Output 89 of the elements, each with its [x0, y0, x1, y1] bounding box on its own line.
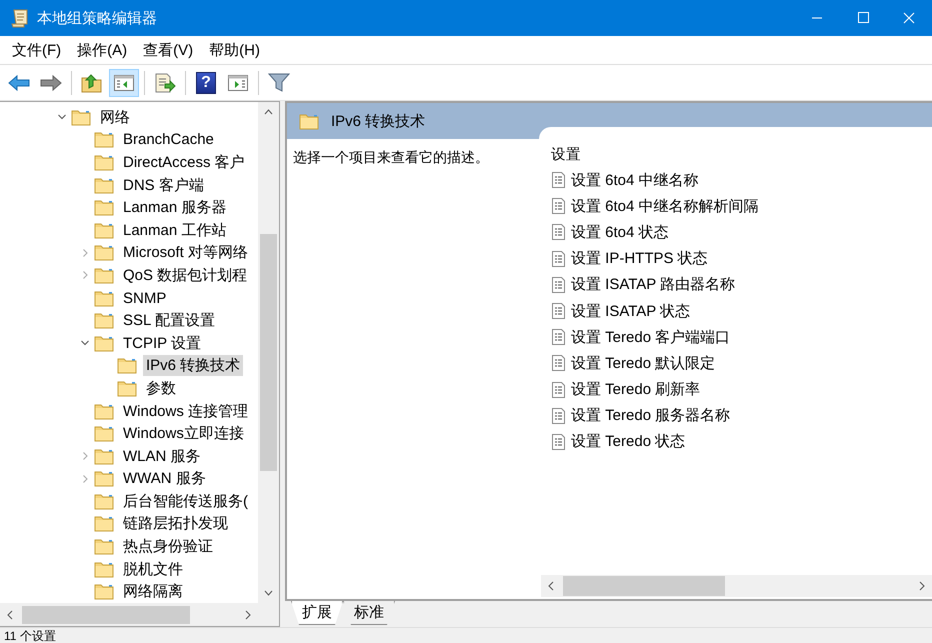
folder-icon	[94, 515, 114, 532]
tree-item[interactable]: SSL 配置设置	[120, 310, 218, 332]
folder-icon	[94, 425, 114, 442]
tab[interactable]: 扩展	[291, 601, 343, 625]
back-arrow-icon	[8, 74, 30, 92]
pane-button[interactable]	[109, 68, 139, 96]
scrollbar-thumb[interactable]	[260, 234, 277, 471]
window-title: 本地组策略编辑器	[37, 8, 158, 28]
setting-item[interactable]: 设置 Teredo 默认限定	[571, 354, 716, 373]
folder-icon	[94, 199, 114, 216]
tree-item[interactable]: 参数	[143, 378, 179, 399]
menu-item[interactable]: 文件(F)	[4, 40, 70, 60]
folder-icon	[94, 176, 114, 194]
policy-icon	[551, 171, 566, 190]
policy-icon	[551, 328, 566, 346]
setting-item[interactable]: 设置 Teredo 客户端端口	[571, 328, 730, 347]
tree-item[interactable]: DirectAccess 客户	[120, 152, 248, 173]
folder-icon	[71, 108, 91, 126]
policy-icon	[551, 302, 566, 320]
policy-icon	[551, 276, 566, 294]
setting-item[interactable]: 设置 Teredo 状态	[571, 432, 686, 452]
tree-item[interactable]: Microsoft 对等网络	[120, 242, 252, 264]
policy-icon	[551, 354, 566, 372]
policy-icon	[551, 250, 566, 268]
tree-item[interactable]: 后台智能传送服务(	[120, 490, 251, 512]
tree-item[interactable]: 脱机文件	[120, 558, 186, 580]
scrollbar-thumb[interactable]	[563, 576, 725, 596]
tree-item[interactable]: WLAN 服务	[120, 446, 204, 467]
tree-item[interactable]: DNS 客户端	[120, 174, 207, 196]
folder-icon	[117, 380, 137, 397]
menu-item[interactable]: 查看(V)	[135, 40, 202, 60]
tree-item[interactable]: 链路层拓扑发现	[120, 513, 231, 534]
folder-icon	[94, 560, 114, 578]
folder-icon	[94, 334, 114, 352]
folder-icon	[94, 470, 114, 488]
setting-item[interactable]: 设置 Teredo 刷新率	[571, 380, 700, 400]
tab[interactable]: 标准	[343, 601, 395, 625]
folder-icon	[94, 583, 114, 600]
tree-item[interactable]: TCPIP 设置	[120, 332, 204, 354]
folder-icon	[94, 290, 114, 307]
tree-item[interactable]: QoS 数据包计划程	[120, 264, 250, 286]
folder-icon	[94, 154, 114, 171]
folder-icon	[94, 312, 114, 330]
status-text: 11 个设置	[4, 628, 56, 642]
forward-arrow-icon	[40, 74, 62, 92]
policy-icon	[551, 197, 566, 216]
description-text: 选择一个项目来查看它的描述。	[293, 149, 489, 165]
setting-item[interactable]: 设置 Teredo 服务器名称	[571, 406, 730, 426]
scrollbar-thumb[interactable]	[22, 606, 190, 624]
setting-item[interactable]: 设置 ISATAP 状态	[571, 302, 690, 321]
tree-item[interactable]: Windows 连接管理	[120, 400, 252, 422]
setting-item[interactable]: 设置 6to4 中继名称	[571, 170, 699, 190]
setting-item[interactable]: 设置 6to4 状态	[571, 222, 669, 242]
setting-item[interactable]: 设置 ISATAP 路由器名称	[571, 275, 736, 294]
folder-icon	[94, 266, 114, 284]
filter-icon	[268, 72, 290, 92]
folder-icon	[94, 538, 114, 556]
tree-item[interactable]: BranchCache	[120, 130, 217, 150]
folder-icon	[94, 448, 114, 465]
tree-item[interactable]: Lanman 服务器	[120, 197, 230, 218]
pane-icon	[113, 74, 135, 92]
setting-item[interactable]: 设置 IP-HTTPS 状态	[571, 249, 708, 268]
tree-item[interactable]: IPv6 转换技术	[143, 355, 244, 376]
folder-up-icon	[81, 72, 103, 92]
pane-title: IPv6 转换技术	[331, 112, 426, 130]
export-list-icon	[154, 72, 176, 92]
tree-item[interactable]: Windows立即连接	[120, 423, 247, 444]
policy-icon	[551, 223, 566, 242]
folder-icon	[94, 131, 114, 148]
menu-item[interactable]: 操作(A)	[69, 40, 136, 60]
tree-item[interactable]: SNMP	[120, 288, 170, 308]
folder-icon	[94, 222, 114, 239]
policy-icon	[551, 432, 566, 451]
column-header[interactable]: 设置	[551, 144, 581, 164]
tree-item[interactable]: Lanman 工作站	[120, 220, 230, 241]
folder-icon	[299, 112, 319, 130]
setting-item[interactable]: 设置 6to4 中继名称解析间隔	[571, 196, 759, 216]
tree-item[interactable]: 网络隔离	[120, 581, 186, 602]
tree-item[interactable]: 网络	[97, 106, 133, 128]
tree-item[interactable]: 热点身份验证	[120, 536, 216, 558]
folder-icon	[94, 244, 114, 262]
folder-icon	[94, 492, 114, 510]
policy-icon	[551, 380, 566, 399]
folder-icon	[94, 402, 114, 420]
pane-icon	[227, 74, 249, 92]
tree-item[interactable]: WWAN 服务	[120, 468, 209, 490]
policy-icon	[551, 406, 566, 425]
folder-icon	[117, 357, 137, 374]
menu-item[interactable]: 帮助(H)	[201, 40, 268, 60]
